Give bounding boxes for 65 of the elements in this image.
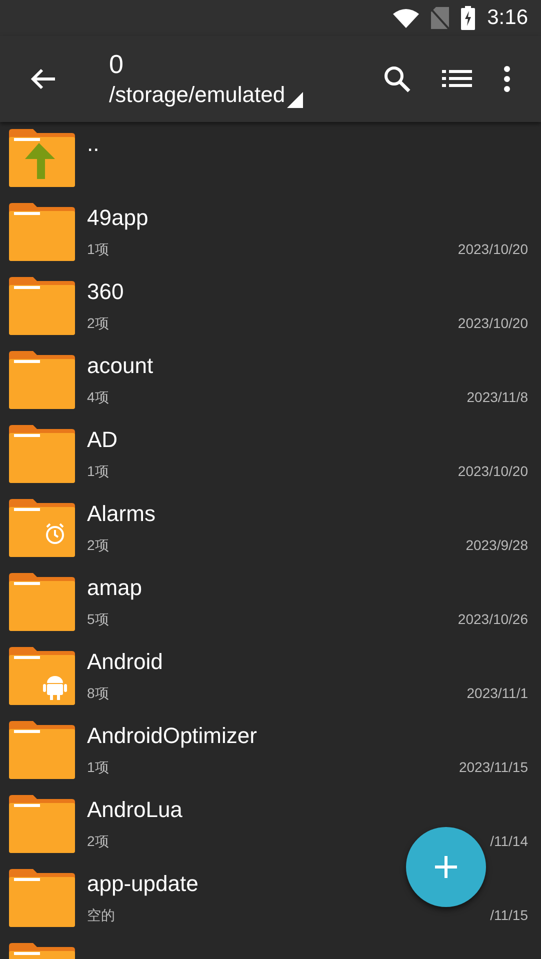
wifi-icon	[393, 8, 420, 28]
no-sim-icon	[431, 7, 450, 29]
item-count: 2项	[87, 315, 109, 333]
file-row[interactable]: AD 1项 2023/10/20	[0, 418, 541, 492]
item-count: 5项	[87, 611, 109, 629]
file-row[interactable]: AndroidOptimizer 1项 2023/11/15	[0, 714, 541, 788]
folder-icon	[9, 203, 75, 261]
folder-title: 0	[109, 48, 124, 80]
back-arrow-icon[interactable]	[29, 67, 57, 91]
modified-date: 2023/9/28	[466, 537, 528, 555]
file-row[interactable]: amap 5项 2023/10/26	[0, 566, 541, 640]
android-folder-icon	[9, 647, 75, 705]
modified-date: 2023/11/8	[466, 389, 528, 407]
folder-icon	[9, 795, 75, 853]
item-count: 4项	[87, 389, 109, 407]
file-name: AD	[87, 427, 118, 453]
file-name: 49app	[87, 205, 148, 231]
file-row[interactable]: Android 8项 2023/11/1	[0, 640, 541, 714]
search-icon[interactable]	[383, 65, 411, 93]
file-row[interactable]: Alarms 2项 2023/9/28	[0, 492, 541, 566]
file-name: AndroidOptimizer	[87, 723, 257, 749]
more-options-icon[interactable]	[503, 66, 511, 92]
plus-icon	[434, 855, 458, 879]
modified-date: 2023/11/1	[466, 685, 528, 703]
item-count: 1项	[87, 241, 109, 259]
file-name: Android	[87, 649, 163, 675]
file-name: AndroLua	[87, 797, 182, 823]
status-time: 3:16	[487, 6, 528, 30]
file-row[interactable]: 360 2项 2023/10/20	[0, 270, 541, 344]
file-row[interactable]: ..	[0, 122, 541, 196]
list-view-icon[interactable]	[442, 69, 472, 89]
file-row[interactable]: app-update 空的 /11/15	[0, 862, 541, 936]
file-name: Alarms	[87, 501, 156, 527]
folder-icon	[9, 277, 75, 335]
file-name: acount	[87, 353, 154, 379]
file-name: 360	[87, 279, 124, 305]
folder-icon	[9, 351, 75, 409]
folder-icon	[9, 573, 75, 631]
item-count: 2项	[87, 833, 109, 851]
item-count: 1项	[87, 463, 109, 481]
battery-charging-icon	[461, 6, 476, 30]
modified-date: /11/14	[490, 833, 528, 851]
item-count: 1项	[87, 759, 109, 777]
modified-date: 2023/10/20	[458, 241, 528, 259]
folder-icon	[9, 425, 75, 483]
file-row[interactable]: AndroLua 2项 /11/14	[0, 788, 541, 862]
modified-date: 2023/10/26	[458, 611, 528, 629]
file-name: app-update	[87, 871, 198, 897]
modified-date: 2023/10/20	[458, 315, 528, 333]
item-count: 2项	[87, 537, 109, 555]
folder-icon	[9, 721, 75, 779]
dropdown-corner-icon[interactable]	[287, 92, 304, 108]
modified-date: 2023/10/20	[458, 463, 528, 481]
file-name: ..	[87, 131, 100, 157]
item-count: 8项	[87, 685, 109, 703]
folder-icon	[9, 869, 75, 927]
alarm-folder-icon	[9, 499, 75, 557]
file-row[interactable]: acount 4项 2023/11/8	[0, 344, 541, 418]
modified-date: 2023/11/15	[458, 759, 528, 777]
modified-date: /11/15	[490, 907, 528, 925]
file-name: amap	[87, 575, 142, 601]
path-dropdown[interactable]: /storage/emulated	[109, 82, 286, 108]
file-row[interactable]: 49app 1项 2023/10/20	[0, 196, 541, 270]
item-count: 空的	[87, 907, 115, 925]
parent-folder-icon	[9, 129, 75, 187]
